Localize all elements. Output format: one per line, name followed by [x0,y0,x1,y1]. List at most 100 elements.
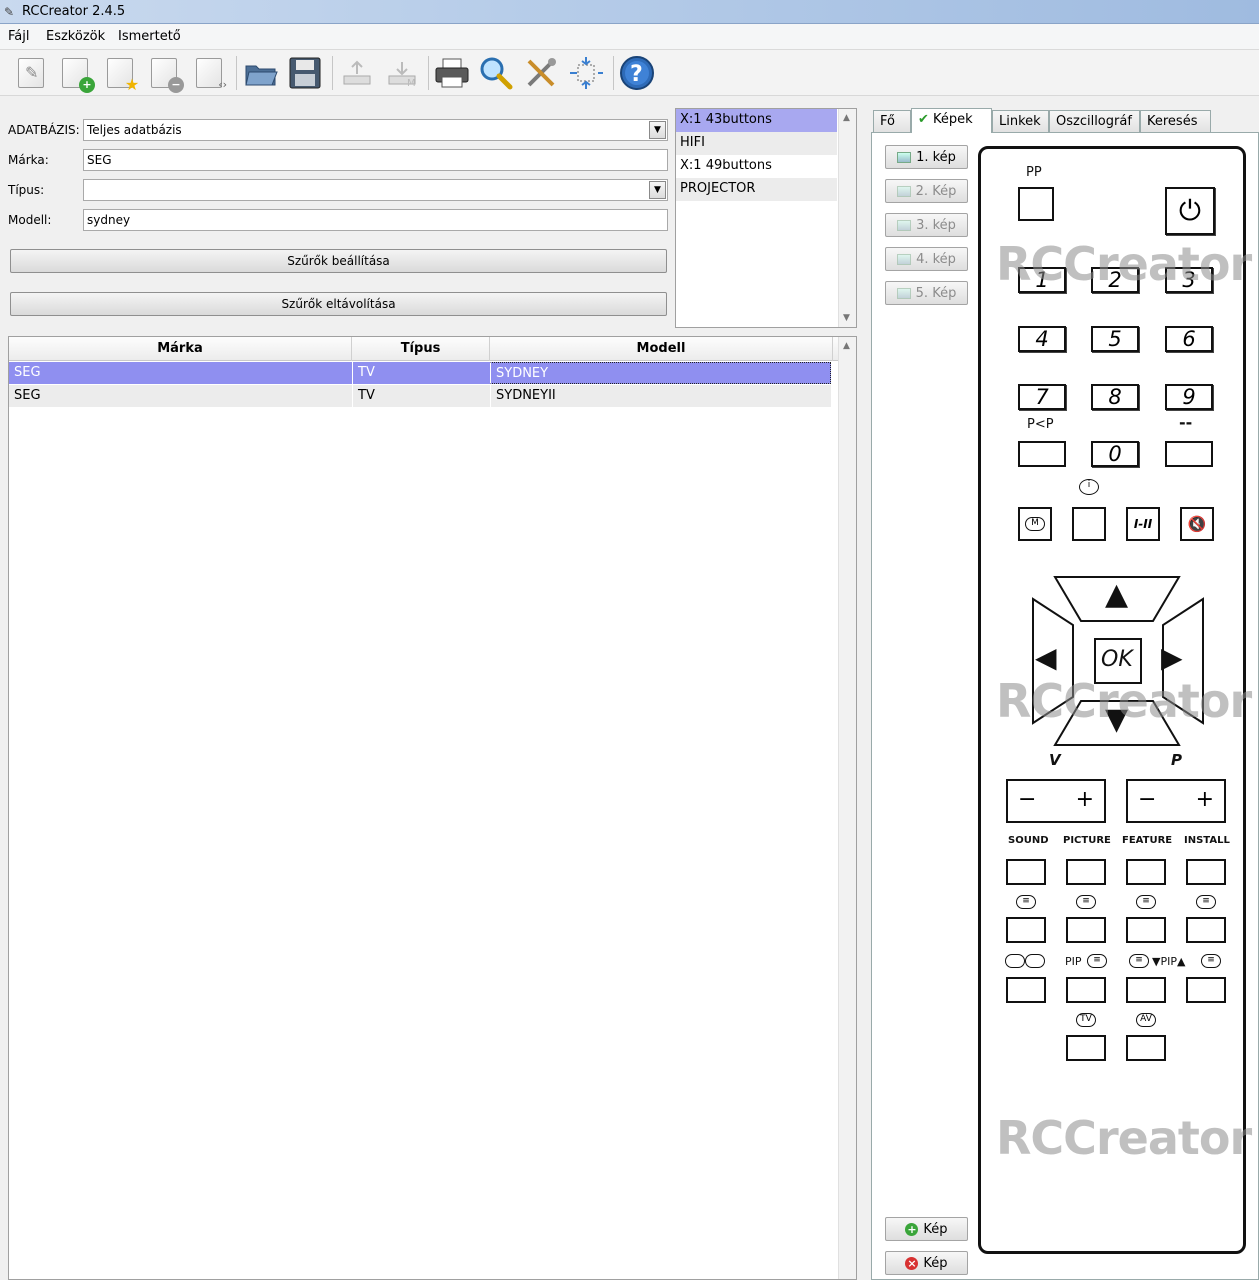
tools-icon[interactable] [522,55,560,91]
favorite-document-icon[interactable]: ★ [101,55,139,93]
model-input[interactable]: sydney [83,209,668,231]
remote-tv-key [1066,1035,1106,1061]
column-header-brand[interactable]: Márka [9,337,352,361]
table-scrollbar[interactable]: ▲ [838,337,856,1279]
tv-icon: TV [1076,1013,1096,1027]
open-folder-icon[interactable] [242,55,280,91]
scroll-up-icon[interactable]: ▲ [843,341,850,351]
feature-label: FEATURE [1122,835,1173,846]
list-item[interactable]: HIFI [676,132,837,155]
list-item[interactable]: X:1 43buttons [676,109,837,132]
mute-icon: 🔇 [1180,507,1214,541]
delete-icon: × [905,1256,919,1270]
volume-label: V [1049,751,1061,769]
new-document-icon[interactable]: ✎ [12,55,50,91]
teletext-hold-icon: ≡ [1076,895,1096,909]
up-arrow-icon: ▲ [1105,577,1129,612]
remote-key-9: 9 [1165,384,1213,410]
search-icon[interactable] [477,55,515,91]
picture-4-button[interactable]: 4. kép [885,247,968,271]
list-item[interactable]: PROJECTOR [676,178,837,201]
remote-key-5: 5 [1091,326,1139,352]
menu-tools[interactable]: Eszközök [46,29,105,44]
check-icon: ✔ [918,112,929,127]
remote-cancel-key [1186,917,1226,943]
picture-label: PICTURE [1063,835,1111,846]
remote-key-8: 8 [1091,384,1139,410]
delete-picture-button[interactable]: × Kép [885,1251,968,1275]
tab-links[interactable]: Linkek [992,110,1049,132]
help-icon[interactable]: ? [618,55,656,91]
remote-feature-key [1126,859,1166,885]
power-icon: ⏻ [1165,187,1215,235]
column-header-type[interactable]: Típus [352,337,490,361]
plus-icon: + [905,1222,919,1236]
svg-text:?: ? [630,62,643,87]
model-label: Modell: [8,213,52,227]
menu-bar: Fájl Eszközök Ismertető [0,24,1259,50]
add-document-icon[interactable]: + [56,55,95,93]
save-disk-icon[interactable] [286,55,324,91]
results-table: Márka Típus Modell SEG TV SYDNEY SEG TV … [8,336,857,1280]
remote-info-key [1072,507,1106,541]
mix-icon [1025,954,1045,968]
list-scrollbar[interactable]: ▲ ▼ [838,109,856,327]
watermark-text: RCCreator [996,674,1252,728]
remote-key-6: 6 [1165,326,1213,352]
remote-key-0: 0 [1091,441,1139,467]
type-label: Típus: [8,183,45,197]
remote-pip-up-key [1186,977,1226,1003]
left-arrow-icon: ◀ [1035,641,1057,674]
menu-help[interactable]: Ismertető [118,29,181,44]
column-header-model[interactable]: Modell [490,337,833,361]
chevron-down-icon[interactable]: ▼ [649,121,666,139]
scroll-up-icon[interactable]: ▲ [843,113,850,123]
layout-list[interactable]: X:1 43buttons HIFI X:1 49buttons PROJECT… [675,108,857,328]
remote-pp-key [1018,187,1054,221]
picture-1-button[interactable]: 1. kép [885,145,968,169]
brand-input[interactable]: SEG [83,149,668,171]
tab-oscillograph[interactable]: Oszcillográf [1049,110,1140,132]
table-row[interactable]: SEG TV SYDNEY [9,362,831,384]
remote-av-key [1126,1035,1166,1061]
tab-search[interactable]: Keresés [1140,110,1211,132]
scroll-down-icon[interactable]: ▼ [843,313,850,323]
teletext-cancel-icon: ≡ [1196,895,1216,909]
picture-3-button[interactable]: 3. kép [885,213,968,237]
picture-5-button[interactable]: 5. Kép [885,281,968,305]
upload-icon[interactable] [338,55,376,91]
picture-2-button[interactable]: 2. Kép [885,179,968,203]
database-combobox[interactable]: Teljes adatbázis ▼ [83,119,668,141]
tab-main[interactable]: Fő [873,110,911,132]
clear-filters-button[interactable]: Szűrők eltávolítása [10,292,667,316]
add-picture-button[interactable]: + Kép [885,1217,968,1241]
teletext-size-icon: ≡ [1136,895,1156,909]
remove-document-icon[interactable]: − [145,55,184,93]
chevron-down-icon[interactable]: ▼ [649,181,666,199]
download-icon[interactable]: M [383,55,421,91]
remote-pip-key [1066,977,1106,1003]
ppp-label: P<P [1027,417,1054,432]
svg-text:M: M [407,78,416,88]
remote-teletext-key [1006,917,1046,943]
printer-icon[interactable] [433,55,471,91]
picture-icon [897,219,912,231]
table-row[interactable]: SEG TV SYDNEYII [9,385,831,407]
dash-label: -- [1179,413,1193,432]
apply-filters-button[interactable]: Szűrők beállítása [10,249,667,273]
ok-label: OK [1101,647,1133,672]
menu-file[interactable]: Fájl [8,29,29,44]
export-document-icon[interactable]: ‹› [190,55,228,91]
remote-key-7: 7 [1018,384,1066,410]
type-combobox[interactable]: ▼ [83,179,668,201]
program-rocker: − + [1126,779,1226,823]
pip-label: PIP [1065,955,1082,968]
list-item[interactable]: X:1 49buttons [676,155,837,178]
picture-icon [896,185,911,197]
tab-pictures[interactable]: ✔ Képek [911,108,992,133]
app-icon: ✎ [4,5,15,19]
fit-view-icon[interactable] [567,55,605,91]
remote-control-image: PP ⏻ 1 2 3 4 5 6 7 8 9 P<P -- 0 i M I-II… [978,146,1252,1254]
pp-label: PP [1026,165,1042,180]
watermark-text: RCCreator [996,237,1252,291]
